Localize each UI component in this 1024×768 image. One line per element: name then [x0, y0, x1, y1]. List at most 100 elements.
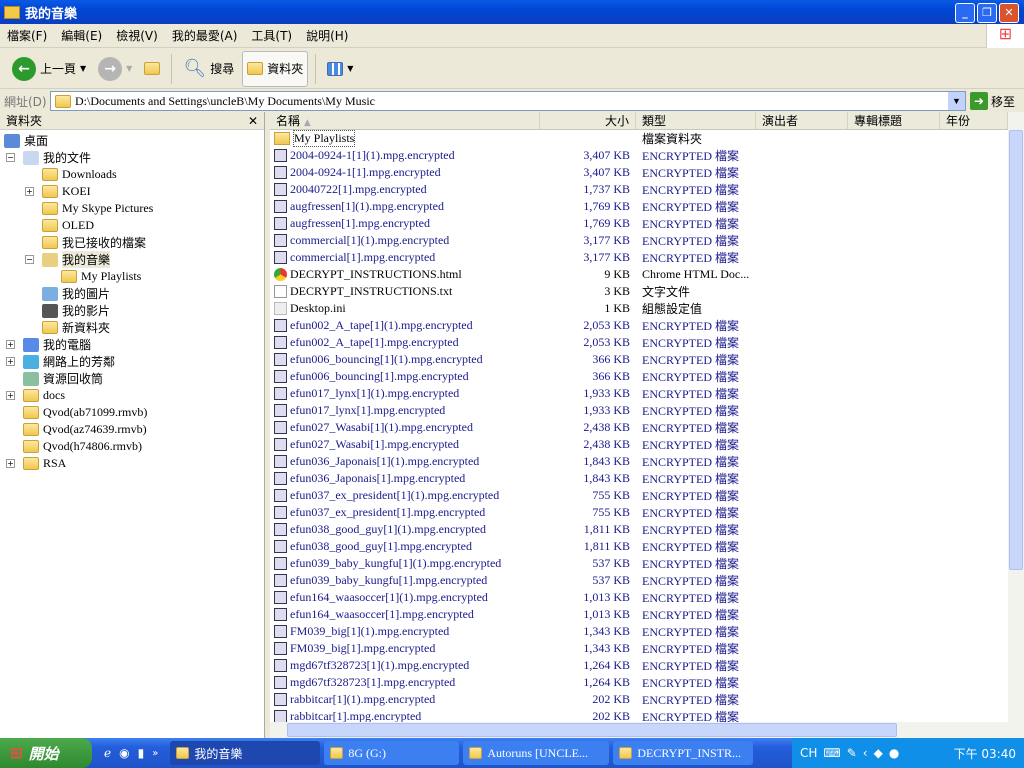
file-row[interactable]: efun164_waasoccer[1](1).mpg.encrypted 1,0…: [270, 589, 1008, 606]
taskbar-button[interactable]: 8G (G:): [324, 741, 460, 765]
tree-item[interactable]: docs: [23, 387, 65, 404]
horizontal-scrollbar[interactable]: [270, 722, 1024, 738]
tray-expand-icon[interactable]: ‹: [863, 746, 868, 760]
file-row[interactable]: efun038_good_guy[1](1).mpg.encrypted 1,81…: [270, 521, 1008, 538]
tree-item[interactable]: Qvod(h74806.rmvb): [23, 438, 142, 455]
collapse-icon[interactable]: −: [25, 255, 34, 264]
close-pane-button[interactable]: ✕: [248, 114, 258, 128]
tree-item[interactable]: Qvod(az74639.rmvb): [23, 421, 147, 438]
file-row[interactable]: rabbitcar[1].mpg.encrypted 202 KB ENCRYPTE…: [270, 708, 1008, 722]
column-size[interactable]: 大小: [540, 112, 636, 129]
maximize-button[interactable]: ❐: [977, 3, 997, 23]
file-row[interactable]: efun017_lynx[1].mpg.encrypted 1,933 KB ENC…: [270, 402, 1008, 419]
file-row[interactable]: augfressen[1].mpg.encrypted 1,769 KB ENCRY…: [270, 215, 1008, 232]
address-input[interactable]: D:\Documents and Settings\uncleB\My Docu…: [50, 91, 966, 111]
tree-item[interactable]: 新資料夾: [42, 319, 110, 336]
file-row[interactable]: efun017_lynx[1](1).mpg.encrypted 1,933 KB…: [270, 385, 1008, 402]
start-button[interactable]: ⊞ 開始: [0, 738, 92, 768]
file-row[interactable]: commercial[1].mpg.encrypted 3,177 KB ENCRY…: [270, 249, 1008, 266]
scroll-thumb[interactable]: [287, 723, 897, 737]
menu-file[interactable]: 檔案(F): [0, 27, 54, 44]
vertical-scrollbar[interactable]: [1008, 112, 1024, 722]
minimize-button[interactable]: _: [955, 3, 975, 23]
tray-icon[interactable]: ●: [889, 746, 899, 760]
file-row[interactable]: FM039_big[1](1).mpg.encrypted 1,343 KB ENC…: [270, 623, 1008, 640]
file-row[interactable]: efun006_bouncing[1].mpg.encrypted 366 KB E…: [270, 368, 1008, 385]
collapse-icon[interactable]: −: [6, 153, 15, 162]
app-icon[interactable]: ▮: [138, 746, 145, 760]
scroll-thumb[interactable]: [1009, 130, 1023, 570]
file-row[interactable]: DECRYPT_INSTRUCTIONS.txt 3 KB 文字文件: [270, 283, 1008, 300]
tree-item[interactable]: OLED: [42, 217, 94, 234]
tray-icon[interactable]: ◆: [874, 746, 883, 760]
tree-item[interactable]: My Playlists: [61, 268, 141, 285]
taskbar-button[interactable]: Autoruns [UNCLE...: [463, 741, 610, 765]
go-button[interactable]: ➜ 移至: [970, 92, 1015, 110]
chevron-down-icon[interactable]: ▼: [80, 64, 86, 73]
chevron-down-icon[interactable]: ▼: [126, 64, 132, 73]
tree-item[interactable]: KOEI: [42, 183, 91, 200]
tree-item[interactable]: 桌面: [4, 132, 48, 149]
menu-view[interactable]: 檢視(V): [109, 27, 165, 44]
more-icon[interactable]: »: [152, 748, 158, 759]
close-button[interactable]: ✕: [999, 3, 1019, 23]
tree-item[interactable]: Downloads: [42, 166, 117, 183]
file-row[interactable]: efun002_A_tape[1].mpg.encrypted 2,053 KB E…: [270, 334, 1008, 351]
column-name[interactable]: 名稱 ▲: [270, 112, 540, 129]
column-artist[interactable]: 演出者: [756, 112, 848, 129]
file-row[interactable]: mgd67tf328723[1].mpg.encrypted 1,264 KB EN…: [270, 674, 1008, 691]
file-row[interactable]: mgd67tf328723[1](1).mpg.encrypted 1,264 K…: [270, 657, 1008, 674]
tree-item[interactable]: RSA: [23, 455, 66, 472]
tree-item[interactable]: 我的影片: [42, 302, 110, 319]
file-row[interactable]: efun006_bouncing[1](1).mpg.encrypted 366 …: [270, 351, 1008, 368]
keyboard-icon[interactable]: ⌨: [823, 746, 840, 760]
tree-item[interactable]: 資源回收筒: [23, 370, 103, 387]
expand-icon[interactable]: +: [6, 459, 15, 468]
column-year[interactable]: 年份: [940, 112, 1008, 129]
tree-item[interactable]: 我已接收的檔案: [42, 234, 146, 251]
menu-favorites[interactable]: 我的最愛(A): [165, 27, 245, 44]
file-row[interactable]: efun037_ex_president[1](1).mpg.encrypted…: [270, 487, 1008, 504]
file-row[interactable]: efun037_ex_president[1].mpg.encrypted 755…: [270, 504, 1008, 521]
file-row[interactable]: efun027_Wasabi[1].mpg.encrypted 2,438 KB E…: [270, 436, 1008, 453]
expand-icon[interactable]: +: [6, 340, 15, 349]
folders-button[interactable]: 資料夾: [242, 50, 309, 87]
file-row[interactable]: efun164_waasoccer[1].mpg.encrypted 1,013 …: [270, 606, 1008, 623]
search-button[interactable]: 🔍︎ 搜尋: [179, 54, 238, 83]
language-indicator[interactable]: CH: [800, 746, 817, 760]
chevron-down-icon[interactable]: ▼: [948, 92, 965, 110]
file-row[interactable]: 20040722[1].mpg.encrypted 1,737 KB ENCRYPT…: [270, 181, 1008, 198]
expand-icon[interactable]: +: [25, 187, 34, 196]
tree-item[interactable]: Qvod(ab71099.rmvb): [23, 404, 147, 421]
expand-icon[interactable]: +: [6, 391, 15, 400]
pen-icon[interactable]: ✎: [847, 746, 857, 760]
tree-item[interactable]: 網路上的芳鄰: [23, 353, 115, 370]
expand-icon[interactable]: +: [6, 357, 15, 366]
column-album[interactable]: 專輯標題: [848, 112, 940, 129]
file-row[interactable]: efun038_good_guy[1].mpg.encrypted 1,811 K…: [270, 538, 1008, 555]
tree-item[interactable]: 我的電腦: [23, 336, 91, 353]
ie-icon[interactable]: ℯ: [104, 746, 111, 760]
file-row[interactable]: DECRYPT_INSTRUCTIONS.html 9 KB Chrome HTML…: [270, 266, 1008, 283]
file-row[interactable]: efun036_Japonais[1].mpg.encrypted 1,843 K…: [270, 470, 1008, 487]
forward-button[interactable]: → ▼: [94, 53, 136, 85]
up-folder-button[interactable]: [140, 58, 164, 79]
views-button[interactable]: ▼: [323, 58, 357, 80]
column-type[interactable]: 類型: [636, 112, 756, 129]
file-row[interactable]: efun039_baby_kungfu[1].mpg.encrypted 537 …: [270, 572, 1008, 589]
file-row[interactable]: efun036_Japonais[1](1).mpg.encrypted 1,84…: [270, 453, 1008, 470]
file-row[interactable]: 2004-0924-1[1].mpg.encrypted 3,407 KB ENCR…: [270, 164, 1008, 181]
file-row[interactable]: efun027_Wasabi[1](1).mpg.encrypted 2,438 …: [270, 419, 1008, 436]
file-row[interactable]: My Playlists 檔案資料夾: [270, 130, 1008, 147]
menu-edit[interactable]: 編輯(E): [54, 27, 109, 44]
tree-item[interactable]: My Skype Pictures: [42, 200, 153, 217]
menu-tools[interactable]: 工具(T): [244, 27, 299, 44]
tree-item[interactable]: 我的圖片: [42, 285, 110, 302]
file-row[interactable]: Desktop.ini 1 KB 組態設定值: [270, 300, 1008, 317]
taskbar-button[interactable]: 我的音樂: [170, 741, 321, 765]
file-row[interactable]: efun002_A_tape[1](1).mpg.encrypted 2,053 …: [270, 317, 1008, 334]
app-icon[interactable]: ◉: [119, 746, 129, 760]
back-button[interactable]: ← 上一頁 ▼: [8, 53, 90, 85]
file-row[interactable]: efun039_baby_kungfu[1](1).mpg.encrypted 5…: [270, 555, 1008, 572]
file-row[interactable]: 2004-0924-1[1](1).mpg.encrypted 3,407 KB E…: [270, 147, 1008, 164]
